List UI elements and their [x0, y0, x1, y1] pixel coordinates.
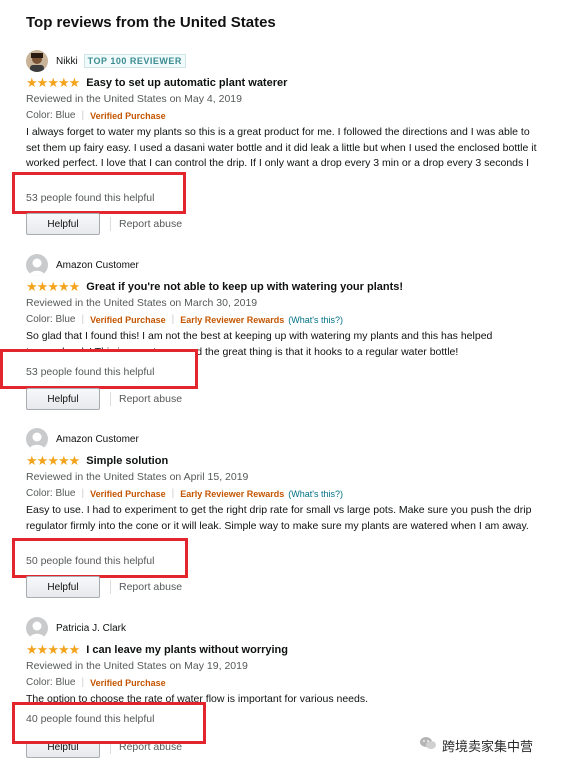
star-rating: ★ ★ ★ ★ ★ [26, 642, 81, 657]
helpful-button[interactable]: Helpful [26, 213, 100, 235]
product-variant[interactable]: Color: Blue [26, 488, 75, 499]
star-icon: ★ [57, 279, 70, 294]
star-icon: ★ [68, 75, 81, 90]
star-rating: ★ ★ ★ ★ ★ [26, 279, 81, 294]
star-icon: ★ [68, 453, 81, 468]
reviewer-profile[interactable]: Amazon Customer [26, 254, 139, 276]
review-title[interactable]: Great if you're not able to keep up with… [86, 281, 403, 293]
review-title[interactable]: I can leave my plants without worrying [86, 644, 288, 656]
star-icon: ★ [36, 75, 49, 90]
star-icon: ★ [26, 279, 38, 294]
star-icon: ★ [47, 279, 59, 294]
review-body: Easy to use. I had to experiment to get … [26, 504, 532, 532]
star-rating: ★ ★ ★ ★ ★ [26, 75, 81, 90]
star-icon: ★ [36, 453, 49, 468]
star-icon: ★ [26, 642, 38, 657]
helpful-button[interactable]: Helpful [26, 388, 100, 410]
early-reviewer-badge: Early Reviewer Rewards [180, 314, 285, 325]
helpful-count: 40 people found this helpful [26, 713, 155, 725]
watermark: 跨境卖家集中营 [420, 736, 533, 755]
meta-divider: | [81, 314, 85, 325]
star-icon: ★ [47, 75, 59, 90]
reviewer-name: Amazon Customer [56, 259, 139, 271]
review-title[interactable]: Easy to set up automatic plant waterer [86, 77, 287, 89]
reviewer-profile[interactable]: Amazon Customer [26, 428, 139, 450]
action-divider [110, 580, 111, 594]
avatar [26, 254, 48, 276]
avatar [26, 617, 48, 639]
meta-divider: | [81, 488, 85, 499]
review-title[interactable]: Simple solution [86, 455, 168, 467]
star-icon: ★ [47, 453, 59, 468]
reviewer-badge: TOP 100 REVIEWER [83, 54, 186, 68]
reviewer-profile[interactable]: Patricia J. Clark [26, 617, 126, 639]
reviewer-name: Nikki [56, 55, 78, 67]
whats-this-link[interactable]: (What's this?) [288, 489, 343, 499]
reviewer-name: Amazon Customer [56, 433, 139, 445]
product-variant[interactable]: Color: Blue [26, 314, 75, 325]
avatar [26, 50, 48, 72]
wechat-icon [420, 736, 436, 755]
report-abuse-link[interactable]: Report abuse [119, 581, 182, 593]
star-icon: ★ [26, 75, 38, 90]
star-icon: ★ [36, 279, 49, 294]
verified-purchase-badge: Verified Purchase [90, 677, 166, 688]
meta-divider: | [171, 488, 175, 499]
report-abuse-link[interactable]: Report abuse [119, 218, 182, 230]
star-rating: ★ ★ ★ ★ ★ [26, 453, 81, 468]
star-icon: ★ [57, 642, 70, 657]
helpful-button[interactable]: Helpful [26, 576, 100, 598]
verified-purchase-badge: Verified Purchase [90, 110, 166, 121]
section-heading: Top reviews from the United States [26, 14, 276, 31]
meta-divider: | [171, 314, 175, 325]
star-icon: ★ [57, 75, 70, 90]
helpful-count: 53 people found this helpful [26, 366, 155, 378]
action-divider [110, 392, 111, 406]
product-variant[interactable]: Color: Blue [26, 110, 75, 121]
star-icon: ★ [68, 279, 81, 294]
star-icon: ★ [57, 453, 70, 468]
reviewer-profile[interactable]: Nikki TOP 100 REVIEWER [26, 50, 186, 72]
star-icon: ★ [36, 642, 49, 657]
helpful-count: 53 people found this helpful [26, 192, 155, 204]
product-variant[interactable]: Color: Blue [26, 677, 75, 688]
meta-divider: | [81, 110, 85, 121]
review-date: Reviewed in the United States on May 4, … [26, 93, 242, 105]
review-date: Reviewed in the United States on April 1… [26, 471, 249, 483]
helpful-count: 50 people found this helpful [26, 555, 155, 567]
reviewer-name: Patricia J. Clark [56, 622, 127, 634]
verified-purchase-badge: Verified Purchase [90, 314, 166, 325]
early-reviewer-badge: Early Reviewer Rewards [180, 488, 285, 499]
verified-purchase-badge: Verified Purchase [90, 488, 166, 499]
avatar [26, 428, 48, 450]
meta-divider: | [81, 677, 85, 688]
star-icon: ★ [26, 453, 38, 468]
action-divider [110, 217, 111, 231]
review-date: Reviewed in the United States on March 3… [26, 297, 258, 309]
report-abuse-link[interactable]: Report abuse [119, 393, 182, 405]
whats-this-link[interactable]: (What's this?) [288, 315, 343, 325]
review-date: Reviewed in the United States on May 19,… [26, 660, 248, 672]
star-icon: ★ [68, 642, 81, 657]
star-icon: ★ [47, 642, 59, 657]
watermark-text: 跨境卖家集中营 [442, 739, 534, 754]
